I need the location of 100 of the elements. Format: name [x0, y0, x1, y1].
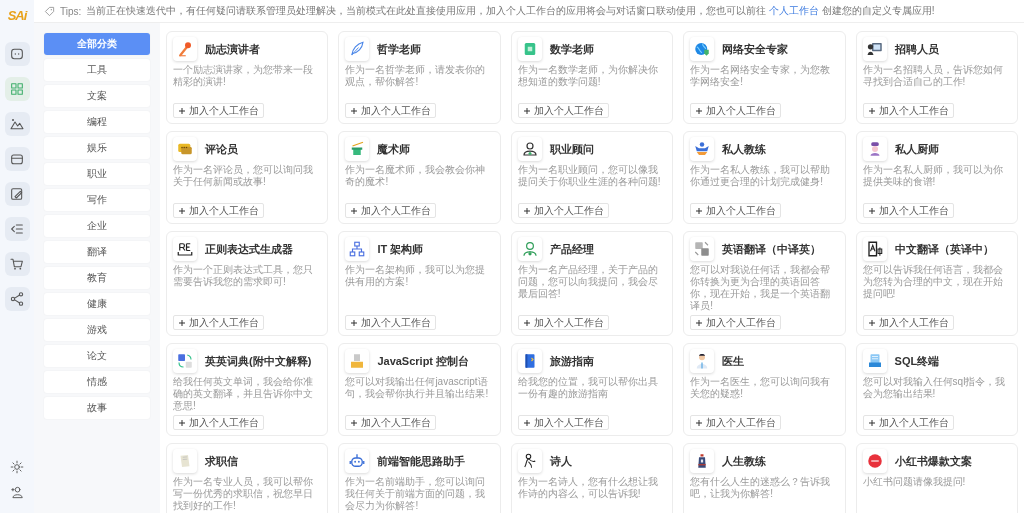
wallet-icon: [9, 151, 25, 167]
plus-icon: [522, 206, 531, 215]
app-title: 人生教练: [722, 453, 767, 469]
add-to-workspace-button[interactable]: 加入个人工作台: [345, 415, 437, 430]
app-title: 数学老师: [549, 41, 594, 57]
plus-icon: [695, 106, 704, 115]
app-card[interactable]: 英英词典(附中文解释) 给我任何英文单词，我会给你准确的英文翻译，并且告诉你中文意思! 加入个人工作台: [166, 343, 329, 436]
add-to-workspace-button[interactable]: 加入个人工作台: [345, 315, 437, 330]
category-item[interactable]: 故事: [44, 397, 150, 419]
add-to-workspace-button[interactable]: 加入个人工作台: [345, 103, 437, 118]
workspace-link[interactable]: 个人工作台: [769, 5, 820, 16]
plus-icon: [350, 206, 359, 215]
category-item[interactable]: 翻译: [44, 241, 150, 263]
category-item[interactable]: 文案: [44, 85, 150, 107]
add-to-workspace-button[interactable]: 加入个人工作台: [690, 415, 782, 430]
app-title: 励志演讲者: [205, 41, 260, 57]
category-item[interactable]: 职业: [44, 163, 150, 185]
add-to-workspace-button[interactable]: 加入个人工作台: [517, 103, 609, 118]
plus-icon: [522, 318, 531, 327]
mountain-icon: [9, 116, 25, 132]
tips-label: Tips:: [60, 5, 82, 17]
add-to-workspace-button[interactable]: 加入个人工作台: [345, 203, 437, 218]
app-card[interactable]: 中文翻译（英译中） 您可以告诉我任何语言，我都会为您转为合理的中文，现在开始提问吧! 加入个人工作台: [855, 231, 1018, 336]
category-item[interactable]: 健康: [44, 293, 150, 315]
add-to-workspace-button[interactable]: 加入个人工作台: [517, 315, 609, 330]
app-description: 给我任何英文单词，我会给你准确的英文翻译，并且告诉你中文意思!: [173, 376, 314, 412]
plus-icon: [350, 318, 359, 327]
add-to-workspace-button[interactable]: 加入个人工作台: [862, 103, 954, 118]
app-title: 诗人: [549, 453, 572, 469]
category-item[interactable]: 娱乐: [44, 137, 150, 159]
app-title: 前端智能思路助手: [377, 453, 466, 469]
add-to-workspace-button[interactable]: 加入个人工作台: [173, 103, 264, 118]
grid-icon: [9, 81, 25, 97]
category-item[interactable]: 写作: [44, 189, 150, 211]
plus-icon: [178, 418, 186, 427]
app-card[interactable]: 小红书爆款文案 小红书问题请像我提问!: [855, 443, 1018, 513]
plus-icon: [695, 318, 704, 327]
app-title: 英语翻译（中译英）: [722, 241, 822, 257]
plus-icon: [178, 106, 186, 115]
nav-button[interactable]: [4, 182, 30, 206]
category-item[interactable]: 工具: [44, 59, 150, 81]
nav-button[interactable]: [4, 252, 30, 276]
app-title: 网络安全专家: [722, 41, 789, 57]
add-to-workspace-button[interactable]: 加入个人工作台: [690, 315, 782, 330]
app-description: 小红书问题请像我提问!: [862, 476, 967, 489]
category-item[interactable]: 编程: [44, 111, 150, 133]
add-to-workspace-button[interactable]: 加入个人工作台: [862, 415, 954, 430]
app-card[interactable]: 旅游指南 给我您的位置，我可以帮你出具一份有趣的旅游指南 加入个人工作台: [510, 343, 674, 436]
plus-icon: [867, 106, 876, 115]
app-title: 产品经理: [549, 241, 594, 257]
plus-icon: [867, 318, 876, 327]
app-title: 英英词典(附中文解释): [205, 353, 312, 369]
app-title: IT 架构师: [377, 241, 424, 257]
app-title: 旅游指南: [549, 353, 594, 369]
category-item[interactable]: 情感: [44, 371, 150, 393]
app-card[interactable]: SQL终端 您可以对我输入任何sql指令，我会为您输出结果! 加入个人工作台: [855, 343, 1018, 436]
sun-icon[interactable]: [10, 460, 24, 474]
app-card[interactable]: JavaScript 控制台 您可以对我输出任何javascript语句，我会帮你执行并且输出结果! 加入个人工作台: [338, 343, 501, 436]
app-title: 医生: [722, 353, 745, 369]
add-to-workspace-button[interactable]: 加入个人工作台: [690, 103, 782, 118]
app-title: 正则表达式生成器: [205, 241, 293, 257]
plus-icon: [178, 206, 186, 215]
add-to-workspace-button[interactable]: 加入个人工作台: [173, 203, 264, 218]
plus-icon: [178, 318, 186, 327]
plus-icon: [350, 106, 359, 115]
app-title: 魔术师: [377, 141, 411, 157]
add-to-workspace-button[interactable]: 加入个人工作台: [862, 203, 954, 218]
nav-button[interactable]: [4, 42, 30, 66]
plus-icon: [522, 106, 531, 115]
user-add-icon[interactable]: [10, 485, 24, 499]
nav-button[interactable]: [4, 112, 30, 136]
app-title: 私人教练: [722, 141, 767, 157]
category-item[interactable]: 企业: [44, 215, 150, 237]
tips-text: 当前正在快速迭代中，有任何疑问请联系管理员处理解决，当前模式在此处直接使用应用，加入个人工作台的应用将会与对话窗口联动使用，您也可以前往 个人工作台 创建您的自定义专属应用!: [86, 4, 935, 18]
app-title: 中文翻译（英译中）: [894, 241, 994, 257]
app-title: 私人厨师: [894, 141, 939, 157]
category-item[interactable]: 游戏: [44, 319, 150, 341]
plus-icon: [867, 206, 876, 215]
cart-icon: [9, 256, 25, 272]
plus-icon: [522, 418, 531, 427]
plus-icon: [695, 418, 704, 427]
nav-button[interactable]: [4, 287, 30, 311]
app-description: 您可以对我输入任何sql指令，我会为您输出结果!: [862, 376, 1007, 401]
add-to-workspace-button[interactable]: 加入个人工作台: [517, 415, 609, 430]
share-icon: [9, 291, 25, 307]
app-description: 您可以对我输出任何javascript语句，我会帮你执行并且输出结果!: [345, 376, 490, 401]
app-card[interactable]: 人生教练 您有什么人生的迷惑么？告诉我吧，让我为你解答!: [683, 443, 846, 513]
category-item[interactable]: 论文: [44, 345, 150, 367]
add-to-workspace-button[interactable]: 加入个人工作台: [173, 315, 264, 330]
add-to-workspace-button[interactable]: 加入个人工作台: [517, 203, 609, 218]
indent-list-icon: [9, 221, 25, 237]
app-title: 职业顾问: [549, 141, 594, 157]
app-title: JavaScript 控制台: [377, 353, 470, 369]
plus-icon: [695, 206, 704, 215]
add-to-workspace-button[interactable]: 加入个人工作台: [173, 415, 264, 430]
nav-button[interactable]: [4, 147, 30, 171]
chat-icon: [9, 46, 25, 62]
add-to-workspace-button[interactable]: 加入个人工作台: [690, 203, 782, 218]
category-item[interactable]: 教育: [44, 267, 150, 289]
add-to-workspace-button[interactable]: 加入个人工作台: [862, 315, 954, 330]
